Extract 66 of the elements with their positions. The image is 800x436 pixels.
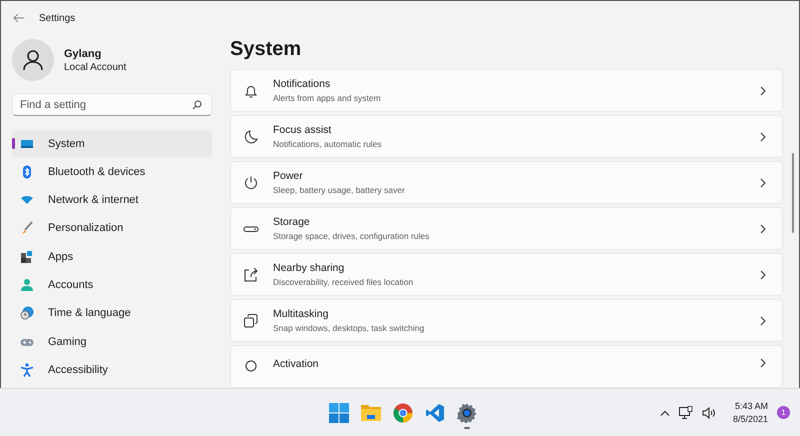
card-subtitle: Discoverability, received files location: [273, 277, 414, 287]
sidebar-item[interactable]: Network & internet: [12, 186, 212, 214]
accessibility-icon: [20, 362, 34, 377]
sidebar-item[interactable]: Gaming: [12, 328, 212, 356]
sidebar-item[interactable]: System: [12, 130, 212, 157]
sidebar-item[interactable]: Accessibility: [12, 356, 212, 384]
scrollbar-thumb[interactable]: [792, 153, 794, 233]
chevron-icon: [760, 178, 766, 188]
settings-card[interactable]: Focus assist Notifications, automatic rules: [230, 115, 783, 158]
brush-icon: [20, 221, 34, 236]
account-name: Gylang: [64, 48, 102, 60]
folder-icon[interactable]: [360, 402, 382, 422]
clock-time[interactable]: 5:43 AM: [734, 401, 768, 411]
card-subtitle: Snap windows, desktops, task switching: [273, 323, 426, 333]
power-icon: [243, 174, 259, 190]
avatar-icon: [12, 39, 54, 81]
card-title: Activation: [273, 358, 320, 370]
sidebar-item[interactable]: Personalization: [12, 214, 212, 242]
search-field[interactable]: Find a setting: [12, 93, 212, 116]
search-icon: [192, 100, 202, 110]
chevron-up-icon[interactable]: [660, 410, 670, 416]
window-title: Settings: [39, 12, 76, 24]
settings-card[interactable]: Storage Storage space, drives, configuration rules: [230, 207, 783, 250]
card-subtitle: Storage space, drives, configuration rules: [273, 231, 430, 241]
card-subtitle: Notifications, automatic rules: [273, 139, 383, 149]
card-title: Nearby sharing: [273, 262, 346, 274]
back-arrow-icon[interactable]: [13, 13, 25, 23]
chevron-icon: [760, 86, 766, 96]
page-title: System: [230, 38, 302, 62]
card-title: Power: [273, 170, 304, 182]
clock-date[interactable]: 8/5/2021: [732, 414, 768, 424]
apps-icon: [20, 250, 34, 264]
card-title: Multitasking: [273, 308, 330, 320]
card-title: Notifications: [273, 78, 332, 90]
card-title: Storage: [273, 216, 311, 228]
chevron-icon: [760, 316, 766, 326]
windows-icon: [243, 312, 259, 328]
code-editor-icon[interactable]: [425, 402, 445, 422]
gear-icon[interactable]: [457, 402, 477, 422]
chevron-icon: [760, 224, 766, 234]
settings-card[interactable]: Nearby sharing Discoverability, received files location: [230, 253, 783, 296]
globe-clock-icon: [20, 306, 34, 320]
sidebar-item[interactable]: Bluetooth & devices: [12, 158, 212, 186]
person-icon: [20, 278, 34, 292]
browser-icon[interactable]: [393, 402, 413, 422]
chevron-icon: [760, 358, 766, 368]
settings-card[interactable]: Multitasking Snap windows, desktops, task switching: [230, 299, 783, 342]
share-icon: [243, 266, 259, 282]
moon-icon: [243, 128, 259, 144]
card-subtitle: Alerts from apps and system: [273, 93, 382, 103]
volume-icon[interactable]: [702, 406, 716, 418]
sidebar-item[interactable]: Time & language: [12, 300, 212, 327]
network-monitor-icon[interactable]: [678, 406, 693, 420]
sidebar-item[interactable]: Apps: [12, 243, 212, 270]
account-type: Local Account: [64, 62, 126, 72]
settings-card[interactable]: Activation: [230, 345, 783, 388]
card-title: Focus assist: [273, 124, 332, 136]
sidebar-item[interactable]: Accounts: [12, 271, 212, 298]
chevron-icon: [760, 132, 766, 142]
start-button-icon[interactable]: [328, 402, 350, 424]
chevron-icon: [760, 270, 766, 280]
bluetooth-icon: [20, 164, 34, 179]
notification-badge[interactable]: 1: [777, 406, 790, 419]
settings-card[interactable]: Power Sleep, battery usage, battery saver: [230, 161, 783, 204]
settings-card[interactable]: Notifications Alerts from apps and system: [230, 69, 783, 112]
card-subtitle: Sleep, battery usage, battery saver: [273, 185, 406, 195]
